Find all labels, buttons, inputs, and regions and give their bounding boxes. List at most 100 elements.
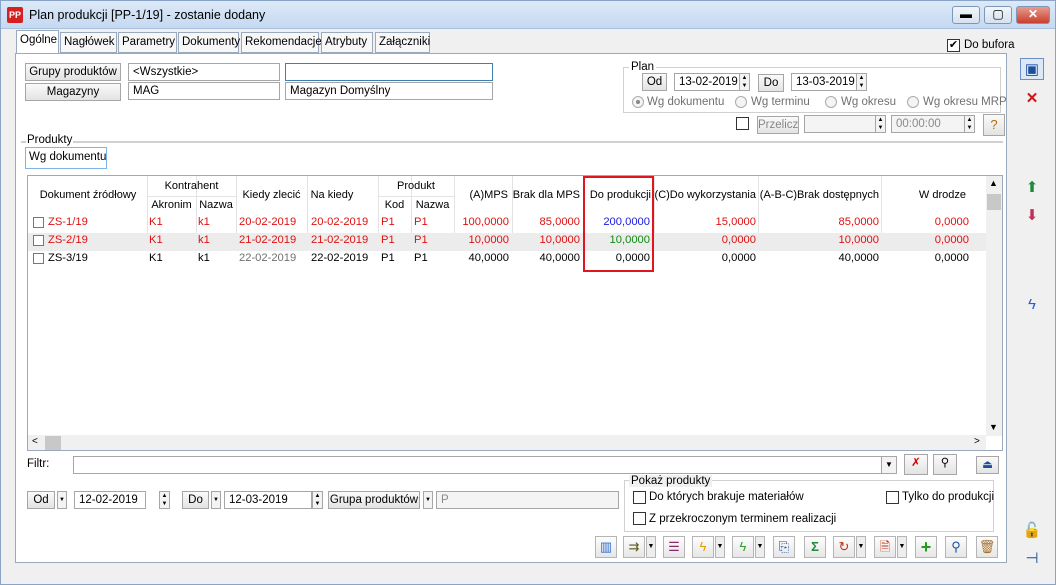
close-form-icon[interactable]: ✕ (1020, 88, 1044, 110)
grupy-extra-field[interactable] (285, 63, 493, 81)
bottom-od-button[interactable]: Od (27, 491, 55, 509)
col-w-drodze[interactable]: W drodze (881, 189, 968, 201)
przelicz-button[interactable]: Przelicz (757, 116, 799, 134)
lightning-green-icon[interactable]: ϟ (732, 536, 754, 558)
plan-do-date[interactable]: 13-03-2019 (791, 73, 857, 91)
clear-filter-icon[interactable]: ✗ (904, 454, 928, 475)
tab-atrybuty[interactable]: Atrybuty (321, 32, 373, 53)
lightning-blue-icon[interactable]: ϟ (1020, 294, 1044, 316)
bottom-do-dropdown[interactable]: ▼ (211, 491, 221, 509)
przekroczony-termin-checkbox[interactable] (633, 512, 646, 525)
import-icon[interactable]: ⬇ (1020, 205, 1044, 227)
document-red-icon[interactable]: 🗎 (874, 536, 896, 558)
row-checkbox[interactable] (33, 235, 44, 246)
search-icon[interactable]: ⚲ (945, 536, 967, 558)
lightning-orange-dropdown[interactable]: ▼ (715, 536, 725, 558)
scroll-down-icon[interactable]: ▼ (989, 422, 998, 432)
minimize-button[interactable]: ▬ (952, 6, 980, 24)
sum-icon[interactable]: Σ (804, 536, 826, 558)
plan-od-spinner[interactable]: ▲ ▼ (739, 73, 750, 91)
col-kod[interactable]: Kod (378, 199, 411, 211)
bottom-do-date[interactable]: 12-03-2019 (224, 491, 312, 509)
horizontal-scrollbar[interactable]: < > (28, 435, 986, 450)
przelicz-field[interactable] (804, 115, 876, 133)
tab-parametry[interactable]: Parametry (118, 32, 177, 53)
radio-wg-terminu[interactable] (735, 96, 747, 108)
plan-do-spinner[interactable]: ▲ ▼ (856, 73, 867, 91)
scroll-up-icon[interactable]: ▲ (989, 178, 998, 188)
refresh-dropdown[interactable]: ▼ (856, 536, 866, 558)
delete-icon[interactable]: 🗑 (976, 536, 998, 558)
radio-wg-okresu[interactable] (825, 96, 837, 108)
row-checkbox[interactable] (33, 253, 44, 264)
col-akronim[interactable]: Akronim (147, 199, 196, 211)
chart-icon[interactable]: ▥ (595, 536, 617, 558)
generate-icon[interactable]: ⇉ (623, 536, 645, 558)
row-checkbox[interactable] (33, 217, 44, 228)
tab-naglowek[interactable]: Nagłówek (60, 32, 117, 53)
col-brak-dostepnych[interactable]: (A-B-C)Brak dostępnych (758, 189, 881, 201)
col-do-wykorzystania[interactable]: (C)Do wykorzystania (654, 189, 758, 201)
lock-icon[interactable]: 🔓 (1020, 520, 1044, 542)
magazyn-name-field[interactable]: Magazyn Domyślny (285, 82, 493, 100)
brakuje-materialow-checkbox[interactable] (633, 491, 646, 504)
magazyn-code-field[interactable]: MAG (128, 82, 280, 100)
filtr-input[interactable] (73, 456, 897, 474)
subtab-wg-dokumentu[interactable]: Wg dokumentu (25, 147, 107, 169)
filter-builder-icon[interactable]: ⚲ (933, 454, 957, 475)
col-dokument[interactable]: Dokument źródłowy (30, 189, 146, 201)
hscroll-thumb[interactable] (45, 436, 61, 450)
filter-upload-icon[interactable]: ⏏ (976, 456, 999, 474)
tab-dokumenty[interactable]: Dokumenty (178, 32, 240, 53)
scroll-left-icon[interactable]: < (32, 436, 38, 447)
pin-icon[interactable]: ⊣ (1020, 548, 1044, 570)
maximize-button[interactable]: ▢ (984, 6, 1012, 24)
time-spinner[interactable]: ▲ ▼ (964, 115, 975, 133)
lightning-orange-icon[interactable]: ϟ (692, 536, 714, 558)
plan-od-button[interactable]: Od (642, 73, 667, 91)
tylko-do-produkcji-checkbox[interactable] (886, 491, 899, 504)
tab-rekomendacje[interactable]: Rekomendacje (241, 32, 322, 53)
col-kiedy-zlecic[interactable]: Kiedy zlecić (236, 189, 307, 201)
scroll-thumb[interactable] (987, 194, 1001, 210)
document-red-dropdown[interactable]: ▼ (897, 536, 907, 558)
przelicz-spinner[interactable]: ▲ ▼ (875, 115, 886, 133)
list-icon[interactable]: ☰ (663, 536, 685, 558)
export-icon[interactable]: ⬆ (1020, 177, 1044, 199)
add-icon[interactable]: + (915, 536, 937, 558)
grupy-produktow-button[interactable]: Grupy produktów (25, 63, 121, 81)
bottom-do-button[interactable]: Do (182, 491, 209, 509)
grupy-value-field[interactable]: <Wszystkie> (128, 63, 280, 81)
grupa-produktow-button[interactable]: Grupa produktów (328, 491, 420, 509)
plan-od-date[interactable]: 13-02-2019 (674, 73, 740, 91)
col-na-kiedy[interactable]: Na kiedy (307, 189, 357, 201)
radio-wg-okresu-mrp[interactable] (907, 96, 919, 108)
col-mps[interactable]: (A)MPS (454, 189, 512, 201)
help-lightning-icon[interactable]: ? (983, 114, 1005, 136)
tab-zalaczniki[interactable]: Załączniki (375, 32, 430, 53)
bottom-od-date[interactable]: 12-02-2019 (74, 491, 146, 509)
bottom-od-spinner[interactable]: ▲ ▼ (159, 491, 170, 509)
magazyny-button[interactable]: Magazyny (25, 83, 121, 101)
time-field[interactable]: 00:00:00 (891, 115, 965, 133)
close-button[interactable]: ✕ (1016, 6, 1050, 24)
col-produkt-nazwa[interactable]: Nazwa (411, 199, 454, 211)
refresh-icon[interactable]: ↻ (833, 536, 855, 558)
do-bufora-checkbox[interactable]: ✔ (947, 39, 960, 52)
radio-wg-dokumentu[interactable] (632, 96, 644, 108)
lightning-green-dropdown[interactable]: ▼ (755, 536, 765, 558)
document-icon[interactable]: ⎘ (773, 536, 795, 558)
przelicz-checkbox[interactable] (736, 117, 749, 130)
col-nazwa[interactable]: Nazwa (196, 199, 236, 211)
generate-dropdown[interactable]: ▼ (646, 536, 656, 558)
grupa-field[interactable]: P (436, 491, 619, 509)
vertical-scrollbar[interactable]: ▲ ▼ (986, 176, 1002, 436)
plan-do-button[interactable]: Do (758, 74, 784, 92)
grupa-dropdown[interactable]: ▼ (423, 491, 433, 509)
scroll-right-icon[interactable]: > (974, 436, 980, 447)
bottom-od-dropdown[interactable]: ▼ (57, 491, 67, 509)
bottom-do-spinner[interactable]: ▲ ▼ (312, 491, 323, 509)
filtr-dropdown-icon[interactable]: ▼ (881, 456, 897, 474)
col-brak-mps[interactable]: Brak dla MPS (512, 189, 583, 201)
tab-ogolne[interactable]: Ogólne (16, 30, 59, 54)
